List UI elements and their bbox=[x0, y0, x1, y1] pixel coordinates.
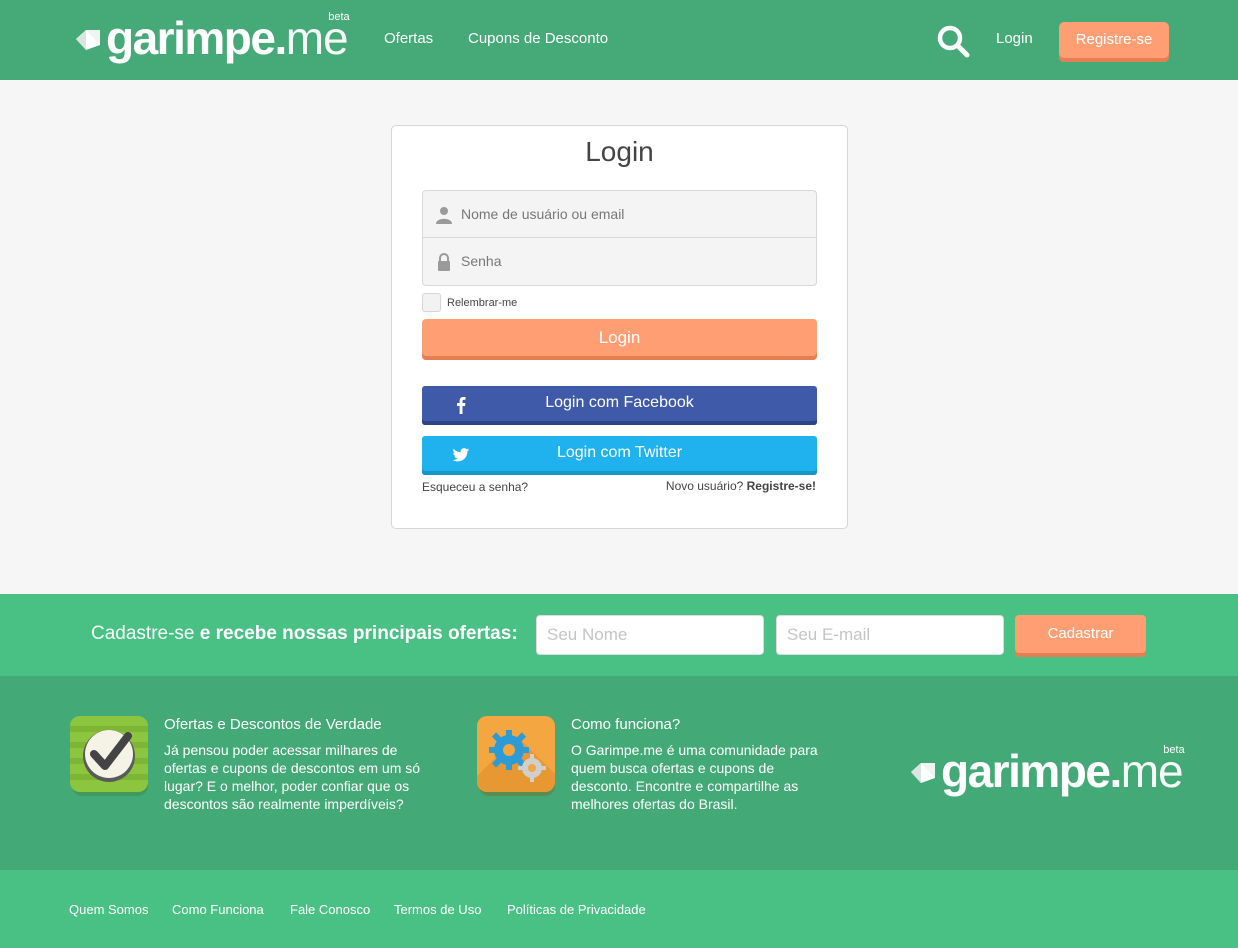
footer-link-como-funciona[interactable]: Como Funciona bbox=[172, 902, 264, 917]
password-input[interactable] bbox=[461, 238, 811, 284]
info-block-how-it-works: Como funciona? O Garimpe.me é uma comuni… bbox=[571, 716, 831, 813]
login-button[interactable]: Login bbox=[422, 319, 817, 360]
newsletter-submit-button[interactable]: Cadastrar bbox=[1015, 615, 1146, 657]
info-block-offers: Ofertas e Descontos de Verdade Já pensou… bbox=[164, 716, 434, 813]
nav-ofertas[interactable]: Ofertas bbox=[384, 30, 433, 47]
remember-me-checkbox[interactable]: Relembrar-me bbox=[422, 293, 517, 312]
footer-links: Quem Somos Como Funciona Fale Conosco Te… bbox=[0, 870, 1238, 948]
username-input[interactable] bbox=[461, 191, 811, 237]
site-header: garimpe. me beta Ofertas Cupons de Desco… bbox=[0, 0, 1238, 80]
info-offers-title: Ofertas e Descontos de Verdade bbox=[164, 716, 382, 733]
newsletter-bar: Cadastre-se e recebe nossas principais o… bbox=[0, 594, 1238, 676]
login-card: Login Relembrar-me Login Login com Faceb… bbox=[391, 125, 848, 529]
footer-link-fale-conosco[interactable]: Fale Conosco bbox=[290, 902, 370, 917]
new-user-prompt: Novo usuário? Registre-se! bbox=[666, 479, 816, 493]
newsletter-label: Cadastre-se e recebe nossas principais o… bbox=[91, 623, 518, 645]
checkbox-box[interactable] bbox=[422, 293, 441, 312]
new-user-text: Novo usuário? bbox=[665, 479, 744, 493]
register-button[interactable]: Registre-se bbox=[1059, 22, 1169, 62]
user-icon bbox=[436, 207, 452, 224]
newsletter-label-bold: e recebe nossas principais ofertas: bbox=[199, 623, 518, 644]
logo-text-bold: garimpe. bbox=[106, 12, 287, 64]
footer-logo[interactable]: garimpe. me beta bbox=[909, 744, 1185, 797]
nav-cupons-de-desconto[interactable]: Cupons de Desconto bbox=[468, 30, 608, 47]
facebook-login-button[interactable]: Login com Facebook bbox=[422, 386, 817, 425]
newsletter-label-light: Cadastre-se bbox=[91, 623, 195, 644]
gears-icon bbox=[477, 716, 555, 796]
register-link[interactable]: Registre-se! bbox=[747, 479, 816, 493]
checkmark-icon bbox=[70, 716, 148, 796]
newsletter-email-input[interactable] bbox=[776, 615, 1004, 655]
twitter-login-button[interactable]: Login com Twitter bbox=[422, 436, 817, 475]
footer-link-politicas-de-privacidade[interactable]: Políticas de Privacidade bbox=[507, 902, 646, 917]
username-field[interactable] bbox=[422, 190, 817, 238]
twitter-login-label: Login com Twitter bbox=[556, 444, 683, 461]
footer-link-quem-somos[interactable]: Quem Somos bbox=[69, 902, 148, 917]
info-how-text: O Garimpe.me é uma comunidade para quem … bbox=[571, 742, 818, 812]
password-field[interactable] bbox=[422, 238, 817, 286]
footer-link-termos-de-uso[interactable]: Termos de Uso bbox=[394, 902, 481, 917]
footer-logo-text-bold: garimpe. bbox=[941, 745, 1122, 797]
twitter-icon bbox=[452, 448, 470, 462]
footer-beta-badge: beta bbox=[1163, 744, 1185, 756]
gem-icon bbox=[911, 763, 935, 783]
forgot-password-link[interactable]: Esqueceu a senha? bbox=[422, 480, 528, 494]
newsletter-name-input[interactable] bbox=[536, 615, 764, 655]
search-icon[interactable] bbox=[936, 24, 970, 58]
gem-icon bbox=[76, 30, 100, 50]
login-title: Login bbox=[585, 136, 654, 167]
lock-icon bbox=[438, 253, 450, 271]
beta-badge: beta bbox=[328, 11, 350, 23]
info-offers-text: Já pensou poder acessar milhares de ofer… bbox=[164, 742, 421, 812]
info-how-title: Como funciona? bbox=[571, 716, 681, 733]
site-logo[interactable]: garimpe. me beta bbox=[74, 11, 350, 64]
facebook-icon bbox=[457, 397, 466, 414]
header-login-link[interactable]: Login bbox=[996, 30, 1033, 47]
remember-me-label: Relembrar-me bbox=[447, 296, 518, 309]
facebook-login-label: Login com Facebook bbox=[545, 394, 694, 411]
